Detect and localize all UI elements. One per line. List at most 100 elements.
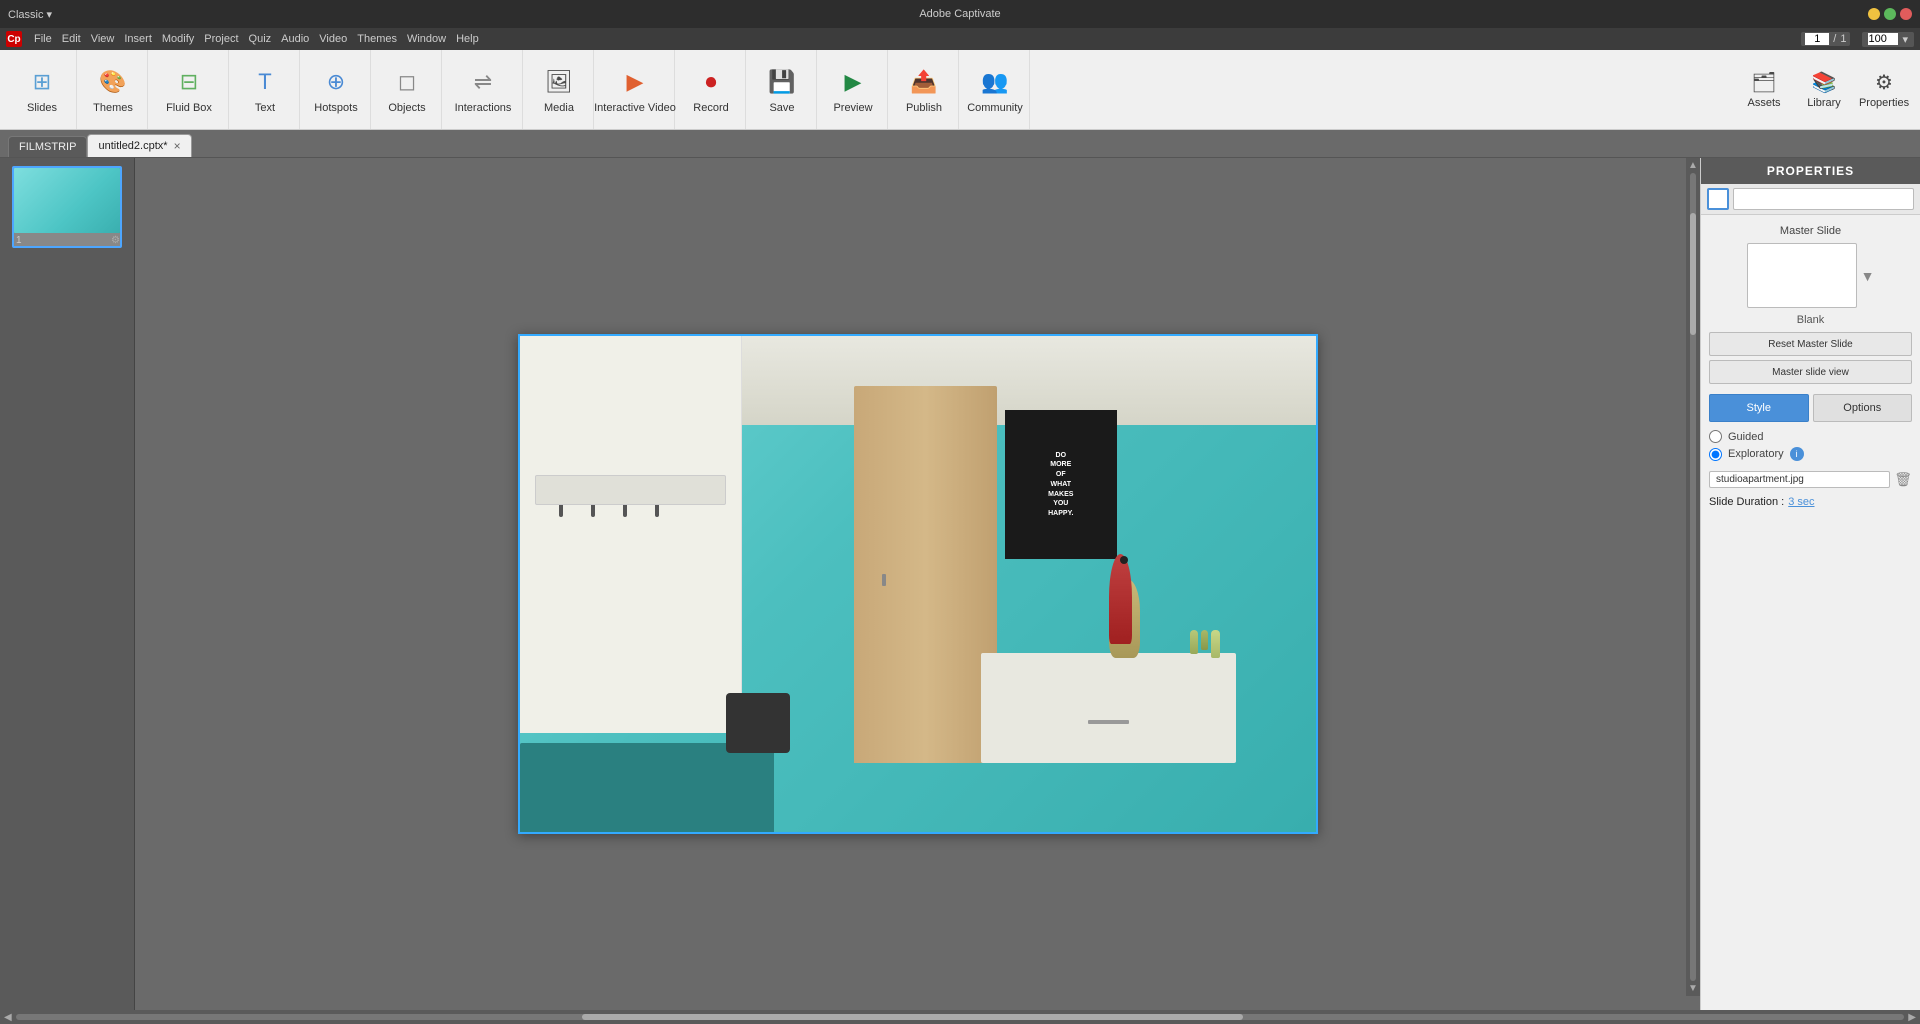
ivideo-button[interactable]: ▶ Interactive Video	[600, 56, 670, 124]
save-button[interactable]: 💾 Save	[752, 56, 812, 124]
interactions-icon: ⇌	[467, 66, 499, 98]
style-tab-button[interactable]: Style	[1709, 394, 1809, 422]
close-button[interactable]	[1900, 8, 1912, 20]
properties-panel: PROPERTIES Master Slide ▼ Blank Reset Ma…	[1700, 158, 1920, 1010]
slide-thumbnail-1[interactable]: DO MORE OF WHAT MAKES 1 ⚙	[12, 166, 122, 248]
preview-icon: ▶	[837, 66, 869, 98]
style-options-tabs: Style Options	[1709, 394, 1912, 422]
text-label: Text	[255, 102, 275, 114]
themes-group: 🎨 Themes	[79, 50, 148, 129]
text-button[interactable]: T Text	[235, 56, 295, 124]
interactions-label: Interactions	[455, 102, 512, 114]
menu-edit[interactable]: Edit	[62, 33, 81, 45]
scroll-left-arrow[interactable]: ◀	[4, 1012, 12, 1023]
menu-view[interactable]: View	[91, 33, 115, 45]
vertical-scrollbar[interactable]: ▲ ▼	[1686, 158, 1700, 996]
zoom-arrow[interactable]: ▾	[1902, 33, 1908, 46]
menu-insert[interactable]: Insert	[124, 33, 152, 45]
info-icon[interactable]: i	[1790, 447, 1804, 461]
menu-file[interactable]: File	[34, 33, 52, 45]
maximize-button[interactable]	[1884, 8, 1896, 20]
menu-themes[interactable]: Themes	[357, 33, 397, 45]
slides-label: Slides	[27, 102, 57, 114]
slides-icon: ⊞	[26, 66, 58, 98]
scroll-right-arrow[interactable]: ▶	[1908, 1012, 1916, 1023]
scroll-down-arrow[interactable]: ▼	[1688, 983, 1698, 994]
left-wall	[520, 336, 743, 733]
horizontal-scrollbar: ◀ ▶	[0, 1010, 1920, 1024]
publish-icon: 📤	[908, 66, 940, 98]
color-picker-icon[interactable]	[1707, 188, 1729, 210]
door	[854, 386, 997, 763]
minimize-button[interactable]	[1868, 8, 1880, 20]
document-tab[interactable]: untitled2.cptx* ×	[87, 134, 191, 157]
preview-label: Preview	[833, 102, 872, 114]
scroll-thumb-v	[1690, 213, 1696, 334]
toolbar-right: 🗂 Assets 📚 Library ⚙ Properties	[1736, 56, 1912, 124]
guided-label: Guided	[1728, 431, 1763, 443]
media-button[interactable]: 🖼 Media	[529, 56, 589, 124]
slides-button[interactable]: ⊞ Slides	[12, 56, 72, 124]
objects-button[interactable]: ◻ Objects	[377, 56, 437, 124]
menu-help[interactable]: Help	[456, 33, 479, 45]
fluidbox-label: Fluid Box	[166, 102, 212, 114]
themes-icon: 🎨	[97, 66, 129, 98]
publish-button[interactable]: 📤 Publish	[894, 56, 954, 124]
delete-image-icon[interactable]: 🗑	[1894, 471, 1912, 488]
mode-section: Guided Exploratory i	[1709, 430, 1912, 461]
zoom-control: ▾	[1862, 32, 1914, 47]
assets-button[interactable]: 🗂 Assets	[1736, 56, 1792, 124]
menu-window[interactable]: Window	[407, 33, 446, 45]
door-handle	[882, 574, 886, 586]
save-label: Save	[769, 102, 794, 114]
bottles	[1190, 630, 1220, 658]
zoom-input[interactable]	[1868, 33, 1898, 45]
slide-current-input[interactable]	[1805, 33, 1829, 45]
slide-thumb-image: DO MORE OF WHAT MAKES	[14, 168, 120, 233]
assets-icon: 🗂	[1751, 70, 1776, 95]
hook3	[623, 505, 627, 517]
menu-video[interactable]: Video	[319, 33, 347, 45]
slide-duration-label: Slide Duration :	[1709, 496, 1784, 508]
master-slide-dropdown-arrow[interactable]: ▼	[1861, 268, 1875, 284]
properties-button[interactable]: ⚙ Properties	[1856, 56, 1912, 124]
picture-frame: DO MORE OF WHAT MAKES YOU HAPPY.	[1005, 410, 1116, 559]
slide-total: 1	[1840, 33, 1846, 45]
menu-audio[interactable]: Audio	[281, 33, 309, 45]
hotspots-button[interactable]: ⊕ Hotspots	[306, 56, 366, 124]
bottle2	[1201, 630, 1208, 650]
record-button[interactable]: ⏺ Record	[681, 56, 741, 124]
ivideo-icon: ▶	[619, 66, 651, 98]
master-slide-row: ▼	[1709, 243, 1912, 308]
menu-project[interactable]: Project	[204, 33, 238, 45]
svg-text:OF WHAT: OF WHAT	[85, 193, 98, 197]
filmstrip-label-text: FILMSTRIP	[19, 141, 76, 153]
guided-radio[interactable]	[1709, 430, 1722, 443]
options-tab-button[interactable]: Options	[1813, 394, 1913, 422]
slide-duration-value[interactable]: 3 sec	[1788, 496, 1814, 508]
image-filename: studioapartment.jpg	[1709, 471, 1890, 488]
community-button[interactable]: 👥 Community	[965, 56, 1025, 124]
dresser	[981, 653, 1236, 762]
bench	[520, 743, 775, 832]
interactions-button[interactable]: ⇌ Interactions	[448, 56, 518, 124]
fluidbox-button[interactable]: ⊟ Fluid Box	[154, 56, 224, 124]
preview-button[interactable]: ▶ Preview	[823, 56, 883, 124]
master-slide-view-button[interactable]: Master slide view	[1709, 360, 1912, 384]
themes-button[interactable]: 🎨 Themes	[83, 56, 143, 124]
canvas-area[interactable]: DO MORE OF WHAT MAKES YOU HAPPY.	[135, 158, 1700, 1010]
slide-gear-icon[interactable]: ⚙	[111, 235, 120, 246]
reset-master-slide-button[interactable]: Reset Master Slide	[1709, 332, 1912, 356]
menu-quiz[interactable]: Quiz	[249, 33, 272, 45]
exploratory-radio[interactable]	[1709, 448, 1722, 461]
master-slide-preview	[1747, 243, 1857, 308]
library-button[interactable]: 📚 Library	[1796, 56, 1852, 124]
media-label: Media	[544, 102, 574, 114]
media-icon: 🖼	[543, 66, 575, 98]
menu-modify[interactable]: Modify	[162, 33, 194, 45]
scroll-up-arrow[interactable]: ▲	[1688, 160, 1698, 171]
tab-close-icon[interactable]: ×	[174, 139, 181, 153]
classic-label[interactable]: Classic ▾	[8, 8, 52, 21]
filmstrip-tab[interactable]: FILMSTRIP	[8, 136, 87, 157]
properties-search-input[interactable]	[1733, 188, 1914, 210]
